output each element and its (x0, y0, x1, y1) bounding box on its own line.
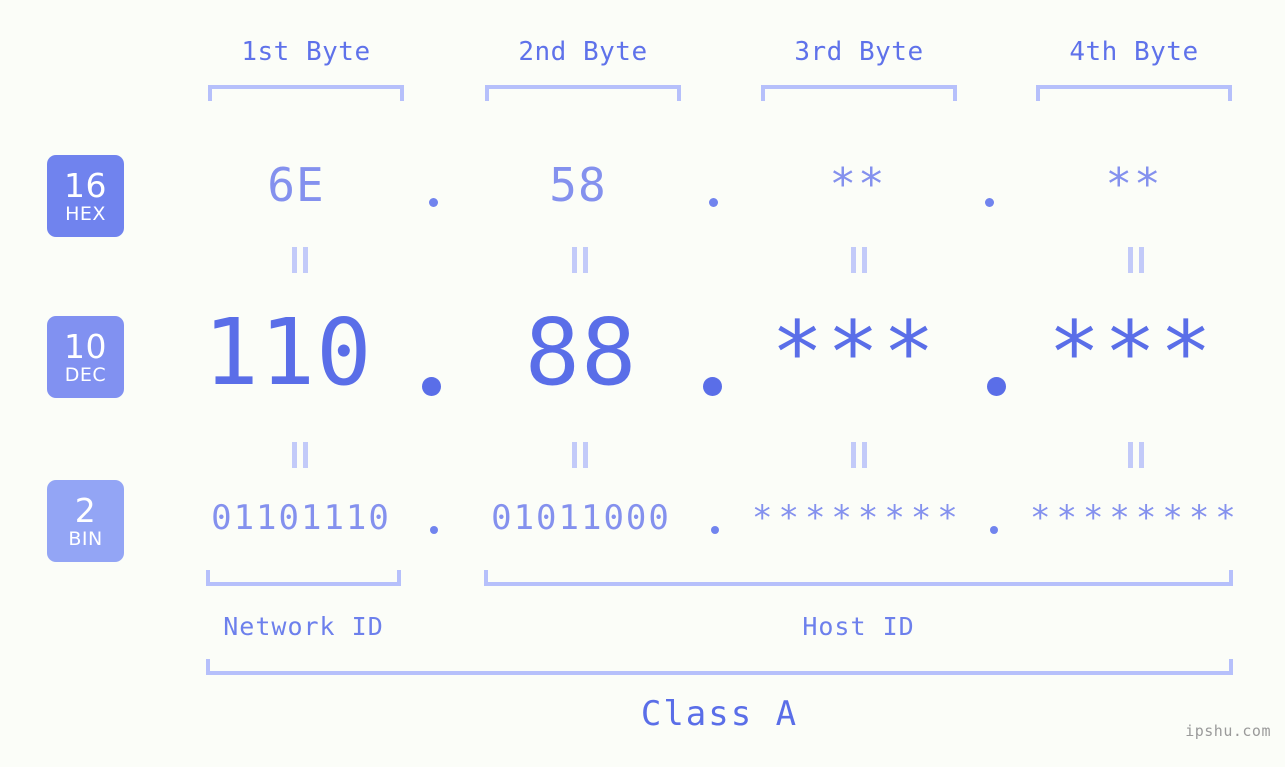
hex-byte-4: ** (1105, 159, 1163, 210)
class-label: Class A (640, 694, 799, 734)
dec-byte-2: 88 (524, 299, 638, 406)
bin-separator-2 (711, 526, 719, 534)
bin-separator-1 (430, 526, 438, 534)
bin-separator-3 (990, 526, 998, 534)
hex-separator-1 (429, 198, 438, 207)
base-badge-hex-name: HEX (65, 202, 106, 225)
bin-byte-1: 01101110 (211, 498, 391, 538)
dec-separator-2 (703, 377, 722, 396)
hex-separator-3 (985, 198, 994, 207)
byte-bracket-1 (208, 85, 404, 101)
dec-byte-4: *** (1048, 303, 1216, 403)
site-watermark: ipshu.com (1185, 722, 1271, 740)
equals-connector-dec-bin-3 (851, 442, 867, 468)
host-id-label: Host ID (802, 612, 915, 641)
dec-separator-1 (422, 377, 441, 396)
bin-byte-4: ******** (1030, 498, 1242, 538)
byte-header-4: 4th Byte (1069, 37, 1199, 67)
host-id-bracket (484, 570, 1233, 586)
equals-connector-dec-bin-4 (1128, 442, 1144, 468)
byte-bracket-4 (1036, 85, 1232, 101)
dec-separator-3 (987, 377, 1006, 396)
base-badge-bin-number: 2 (74, 490, 97, 530)
byte-header-3: 3rd Byte (794, 37, 924, 67)
hex-byte-1: 6E (267, 158, 325, 212)
equals-connector-dec-bin-2 (572, 442, 588, 468)
equals-connector-hex-dec-2 (572, 247, 588, 273)
ip-breakdown-diagram: 1st Byte 2nd Byte 3rd Byte 4th Byte 16 H… (0, 0, 1285, 767)
byte-bracket-3 (761, 85, 957, 101)
base-badge-dec-name: DEC (64, 363, 107, 386)
byte-header-1: 1st Byte (241, 37, 371, 67)
base-badge-hex: 16 HEX (47, 155, 124, 237)
base-badge-bin: 2 BIN (47, 480, 124, 562)
bin-byte-3: ******** (752, 498, 964, 538)
base-badge-hex-number: 16 (64, 165, 107, 205)
base-badge-dec: 10 DEC (47, 316, 124, 398)
byte-header-2: 2nd Byte (518, 37, 648, 67)
dec-byte-3: *** (771, 303, 939, 403)
base-badge-dec-number: 10 (64, 326, 107, 366)
hex-byte-2: 58 (549, 158, 607, 212)
bin-byte-2: 01011000 (491, 498, 671, 538)
equals-connector-hex-dec-4 (1128, 247, 1144, 273)
base-badge-bin-name: BIN (68, 527, 103, 550)
equals-connector-hex-dec-3 (851, 247, 867, 273)
equals-connector-hex-dec-1 (292, 247, 308, 273)
byte-bracket-2 (485, 85, 681, 101)
equals-connector-dec-bin-1 (292, 442, 308, 468)
class-bracket (206, 659, 1233, 675)
network-id-label: Network ID (223, 612, 384, 641)
hex-separator-2 (709, 198, 718, 207)
dec-byte-1: 110 (203, 299, 373, 406)
network-id-bracket (206, 570, 401, 586)
hex-byte-3: ** (829, 159, 887, 210)
